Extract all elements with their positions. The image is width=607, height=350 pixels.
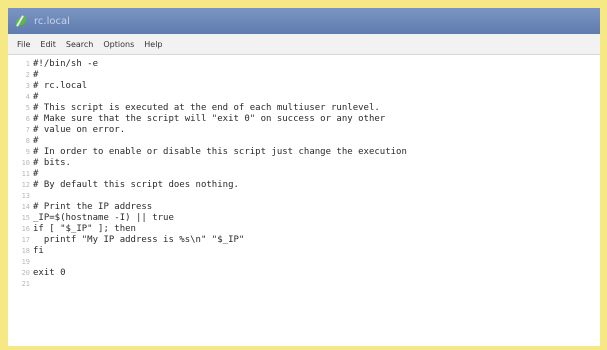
line-number: 13 xyxy=(21,191,30,200)
line-number: 21 xyxy=(21,279,30,288)
line-text[interactable]: # xyxy=(33,70,38,80)
line-number: 19 xyxy=(21,257,30,266)
code-line[interactable]: 6 # Make sure that the script will "exit … xyxy=(8,113,600,124)
menu-help[interactable]: Help xyxy=(139,40,167,49)
line-text[interactable]: # rc.local xyxy=(33,81,87,91)
code-line[interactable]: 20 exit 0 xyxy=(8,267,600,278)
menu-search[interactable]: Search xyxy=(61,40,98,49)
line-text[interactable]: if [ "$_IP" ]; then xyxy=(33,224,136,234)
line-text[interactable]: # bits. xyxy=(33,158,71,168)
line-number: 11 xyxy=(21,169,30,178)
line-text[interactable]: # This script is executed at the end of … xyxy=(33,103,380,113)
line-text[interactable]: _IP=$(hostname -I) || true xyxy=(33,213,174,223)
code-line[interactable]: 12 # By default this script does nothing. xyxy=(8,179,600,190)
code-line[interactable]: 16 if [ "$_IP" ]; then xyxy=(8,223,600,234)
menu-file[interactable]: File xyxy=(12,40,35,49)
line-number: 10 xyxy=(21,158,30,167)
code-line[interactable]: 15 _IP=$(hostname -I) || true xyxy=(8,212,600,223)
code-editor[interactable]: 1 #!/bin/sh -e 2 #3 # rc.local 4 #5 # This scri… xyxy=(8,55,600,346)
code-line[interactable]: 8 # xyxy=(8,135,600,146)
line-number: 6 xyxy=(25,114,30,123)
code-line[interactable]: 10 # bits. xyxy=(8,157,600,168)
line-number: 7 xyxy=(25,125,30,134)
line-number: 4 xyxy=(25,92,30,101)
code-line[interactable]: 7 # value on error. xyxy=(8,124,600,135)
line-number: 14 xyxy=(21,202,30,211)
line-number: 20 xyxy=(21,268,30,277)
code-line[interactable]: 5 # This script is executed at the end of… xyxy=(8,102,600,113)
line-text[interactable]: fi xyxy=(33,246,44,256)
line-number: 18 xyxy=(21,246,30,255)
line-text[interactable]: # By default this script does nothing. xyxy=(33,180,239,190)
line-number: 12 xyxy=(21,180,30,189)
line-text[interactable]: printf "My IP address is %s\n" "$_IP" xyxy=(33,235,245,245)
line-number: 2 xyxy=(25,70,30,79)
line-number: 5 xyxy=(25,103,30,112)
code-line[interactable]: 19 xyxy=(8,256,600,267)
menu-options[interactable]: Options xyxy=(98,40,139,49)
code-line[interactable]: 2 # xyxy=(8,69,600,80)
line-text[interactable]: exit 0 xyxy=(33,268,66,278)
line-text[interactable]: # xyxy=(33,169,38,179)
code-line[interactable]: 4 # xyxy=(8,91,600,102)
line-text[interactable]: #!/bin/sh -e xyxy=(33,59,98,69)
line-number: 1 xyxy=(25,59,30,68)
menu-edit[interactable]: Edit xyxy=(35,40,61,49)
code-line[interactable]: 18 fi xyxy=(8,245,600,256)
title-bar[interactable]: rc.local xyxy=(8,8,600,34)
code-line[interactable]: 1 #!/bin/sh -e xyxy=(8,58,600,69)
leafpad-icon xyxy=(14,15,28,27)
code-line[interactable]: 13 xyxy=(8,190,600,201)
line-text[interactable]: # Make sure that the script will "exit 0… xyxy=(33,114,385,124)
code-line[interactable]: 21 xyxy=(8,278,600,289)
line-text[interactable]: # xyxy=(33,92,38,102)
line-text[interactable]: # In order to enable or disable this scr… xyxy=(33,147,407,157)
line-text[interactable]: # value on error. xyxy=(33,125,125,135)
line-number: 9 xyxy=(25,147,30,156)
code-line[interactable]: 3 # rc.local xyxy=(8,80,600,91)
line-number: 16 xyxy=(21,224,30,233)
code-line[interactable]: 11 # xyxy=(8,168,600,179)
line-number: 3 xyxy=(25,81,30,90)
line-number: 8 xyxy=(25,136,30,145)
code-line[interactable]: 17 printf "My IP address is %s\n" "$_IP" xyxy=(8,234,600,245)
line-text[interactable]: # Print the IP address xyxy=(33,202,152,212)
line-text[interactable]: # xyxy=(33,136,38,146)
line-number: 15 xyxy=(21,213,30,222)
code-line[interactable]: 14 # Print the IP address xyxy=(8,201,600,212)
code-line[interactable]: 9 # In order to enable or disable this sc… xyxy=(8,146,600,157)
menu-bar: File Edit Search Options Help xyxy=(8,34,600,55)
text-editor-window: rc.local File Edit Search Options Help 1… xyxy=(8,8,600,346)
window-title: rc.local xyxy=(34,15,70,27)
line-number: 17 xyxy=(21,235,30,244)
